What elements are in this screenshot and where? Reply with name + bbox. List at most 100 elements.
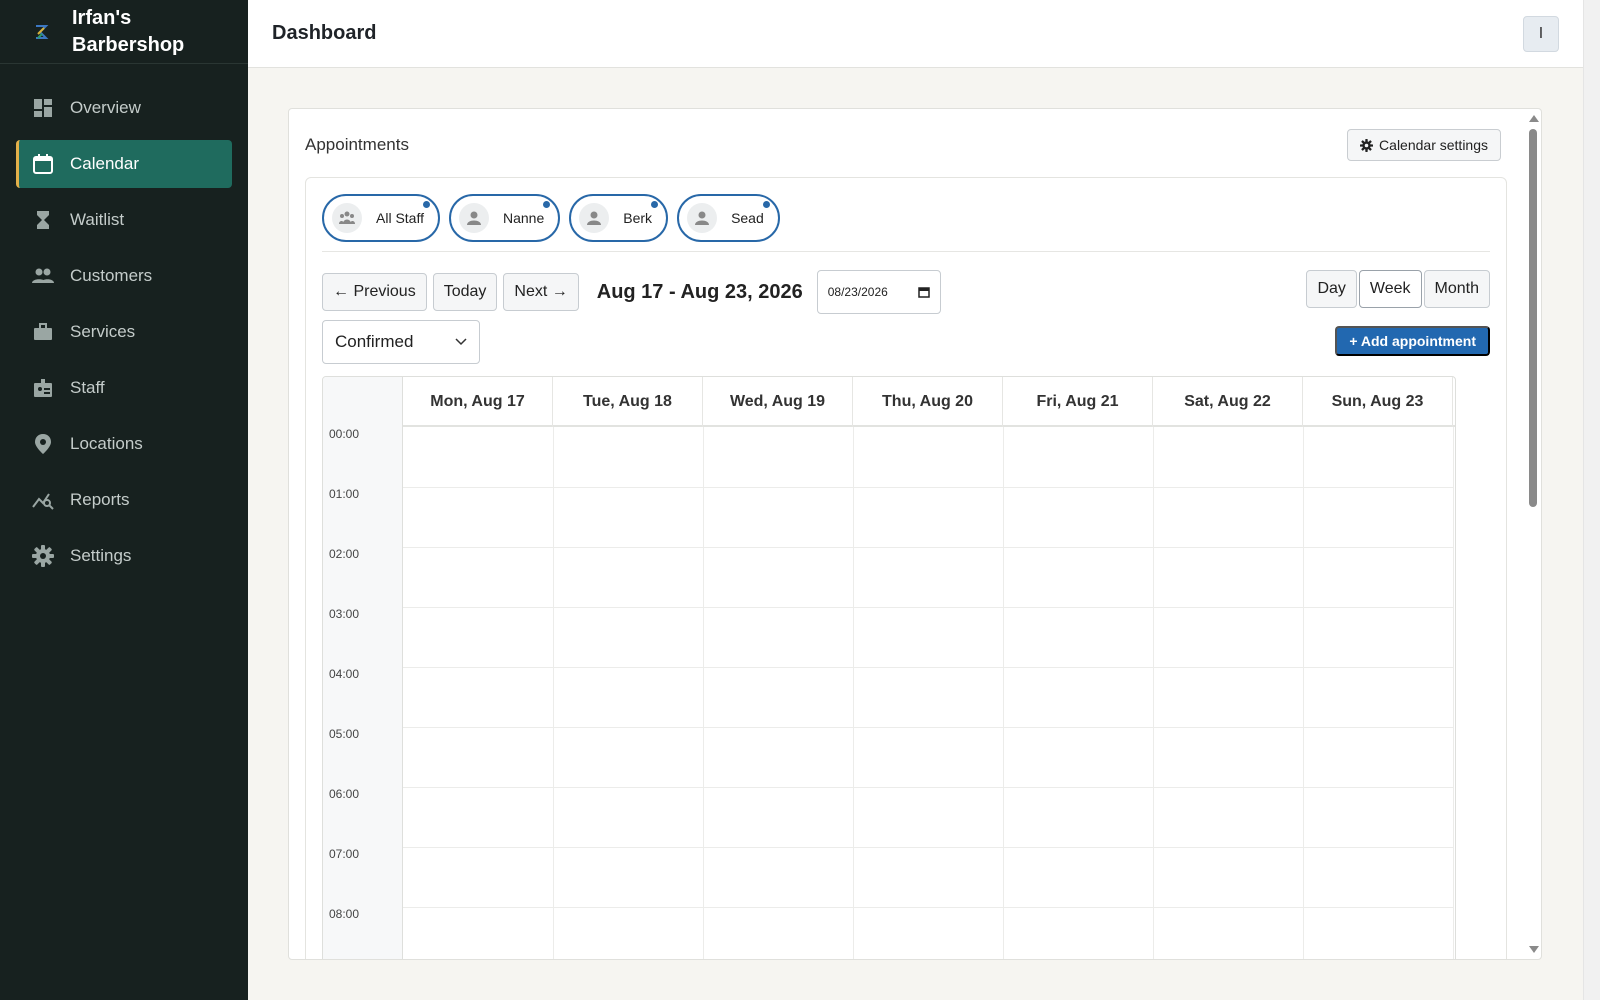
sidebar-item-label: Staff <box>70 378 105 397</box>
hour-gridline <box>403 547 1453 548</box>
view-day-button[interactable]: Day <box>1306 270 1357 308</box>
staff-chip-label: Nanne <box>503 210 545 226</box>
chevron-down-icon <box>455 338 467 346</box>
date-range-label: Aug 17 - Aug 23, 2026 <box>596 280 803 303</box>
id-badge-icon <box>32 377 54 399</box>
calendar-icon[interactable] <box>918 286 930 298</box>
hour-label: 03:00 <box>329 607 360 621</box>
calendar-settings-label: Calendar settings <box>1379 137 1488 153</box>
week-grid-body[interactable] <box>403 427 1455 959</box>
hour-gridline <box>403 787 1453 788</box>
location-pin-icon <box>32 433 54 455</box>
sidebar-item-calendar[interactable]: Calendar <box>16 140 232 188</box>
card-header: Appointments Calendar settings <box>305 129 1501 161</box>
hour-gridline <box>403 847 1453 848</box>
brand[interactable]: Irfan's Barbershop <box>0 0 248 64</box>
sidebar-item-waitlist[interactable]: Waitlist <box>16 196 232 244</box>
selected-dot <box>423 201 430 208</box>
status-filter-select[interactable]: Confirmed <box>322 320 480 364</box>
day-header: Sat, Aug 22 <box>1153 377 1303 427</box>
day-header: Thu, Aug 20 <box>853 377 1003 427</box>
sidebar-item-customers[interactable]: Customers <box>16 252 232 300</box>
sidebar-item-label: Calendar <box>70 154 139 173</box>
sidebar-item-settings[interactable]: Settings <box>16 532 232 580</box>
status-value: Confirmed <box>335 332 414 351</box>
hour-label: 07:00 <box>329 847 360 861</box>
day-gridline <box>1453 427 1454 959</box>
staff-chip-all[interactable]: All Staff <box>322 194 440 242</box>
day-header: Sun, Aug 23 <box>1303 377 1453 427</box>
sidebar-item-label: Reports <box>70 490 130 509</box>
view-week-button[interactable]: Week <box>1358 270 1422 308</box>
user-avatar-button[interactable]: I <box>1523 15 1559 52</box>
sidebar-item-label: Settings <box>70 546 132 565</box>
day-gridline <box>853 427 854 959</box>
staff-chip-nanne[interactable]: Nanne <box>449 194 561 242</box>
time-column: 00:00 01:00 02:00 03:00 04:00 05:00 06:00 07:00… <box>323 377 403 959</box>
view-month-button[interactable]: Month <box>1423 270 1490 308</box>
sidebar-item-reports[interactable]: Reports <box>16 476 232 524</box>
scroll-down-arrow-icon[interactable] <box>1529 946 1539 953</box>
day-gridline <box>553 427 554 959</box>
sidebar-item-overview[interactable]: Overview <box>16 84 232 132</box>
person-icon <box>687 203 718 233</box>
scroll-up-arrow-icon[interactable] <box>1529 115 1539 122</box>
hourglass-icon <box>32 209 54 231</box>
date-navigation: ← Previous Today Next → Aug 17 - Aug 23,… <box>322 270 941 314</box>
add-appointment-button[interactable]: + Add appointment <box>1335 326 1490 356</box>
sidebar-item-label: Overview <box>70 98 141 117</box>
selected-dot <box>543 201 551 208</box>
chart-line-icon <box>32 489 54 511</box>
date-picker-input[interactable]: 08/23/2026 <box>816 270 941 314</box>
sidebar-item-staff[interactable]: Staff <box>16 364 232 412</box>
gear-icon <box>1360 138 1374 152</box>
person-icon <box>459 203 489 233</box>
hour-label: 00:00 <box>329 427 360 441</box>
sidebar-nav: Overview Calendar Waitlist Customers Ser… <box>0 64 248 580</box>
day-gridline <box>1003 427 1004 959</box>
hour-label: 08:00 <box>329 907 360 921</box>
day-header-row: Mon, Aug 17 Tue, Aug 18 Wed, Aug 19 Thu, Au… <box>403 377 1455 427</box>
today-button[interactable]: Today <box>432 273 498 311</box>
staff-chip-label: Berk <box>623 210 653 226</box>
staff-filter: All Staff Nanne Berk Sead <box>322 194 780 242</box>
date-value: 08/23/2026 <box>827 285 888 299</box>
sidebar: Irfan's Barbershop Overview Calendar Wai… <box>0 0 248 1000</box>
calendar-panel: All Staff Nanne Berk Sead ← Previous Tod… <box>305 177 1507 959</box>
staff-chip-berk[interactable]: Berk <box>569 194 669 242</box>
day-header: Mon, Aug 17 <box>403 377 553 427</box>
card-title: Appointments <box>305 135 409 154</box>
brand-logo-icon <box>36 24 49 39</box>
week-grid: 00:00 01:00 02:00 03:00 04:00 05:00 06:00 07:00… <box>322 376 1456 959</box>
selected-dot <box>651 201 659 208</box>
page-scrollbar[interactable] <box>1583 0 1600 1000</box>
scrollbar-thumb[interactable] <box>1529 129 1537 507</box>
hour-label: 02:00 <box>329 547 360 561</box>
day-gridline <box>1303 427 1304 959</box>
hour-label: 04:00 <box>329 667 360 681</box>
dashboard-icon <box>32 97 54 119</box>
view-switcher: Day Week Month <box>1306 270 1490 308</box>
card-scrollbar[interactable] <box>1527 111 1539 957</box>
calendar-settings-button[interactable]: Calendar settings <box>1347 129 1501 161</box>
top-bar: Dashboard I <box>248 0 1583 68</box>
brand-name: Irfan's Barbershop <box>72 6 185 56</box>
staff-chip-sead[interactable]: Sead <box>677 194 780 242</box>
previous-button[interactable]: ← Previous <box>322 273 427 311</box>
day-gridline <box>703 427 704 959</box>
sidebar-item-label: Locations <box>70 434 143 453</box>
sidebar-item-label: Services <box>70 322 136 341</box>
staff-chip-label: All Staff <box>376 210 424 226</box>
sidebar-item-services[interactable]: Services <box>16 308 232 356</box>
divider <box>322 251 1490 252</box>
staff-chip-label: Sead <box>731 210 764 226</box>
gear-icon <box>32 545 54 567</box>
day-gridline <box>1153 427 1154 959</box>
day-header: Wed, Aug 19 <box>703 377 853 427</box>
next-button[interactable]: Next → <box>503 273 579 311</box>
briefcase-icon <box>32 321 54 343</box>
day-header: Tue, Aug 18 <box>553 377 703 427</box>
hour-gridline <box>403 607 1453 608</box>
day-header: Fri, Aug 21 <box>1003 377 1153 427</box>
sidebar-item-locations[interactable]: Locations <box>16 420 232 468</box>
